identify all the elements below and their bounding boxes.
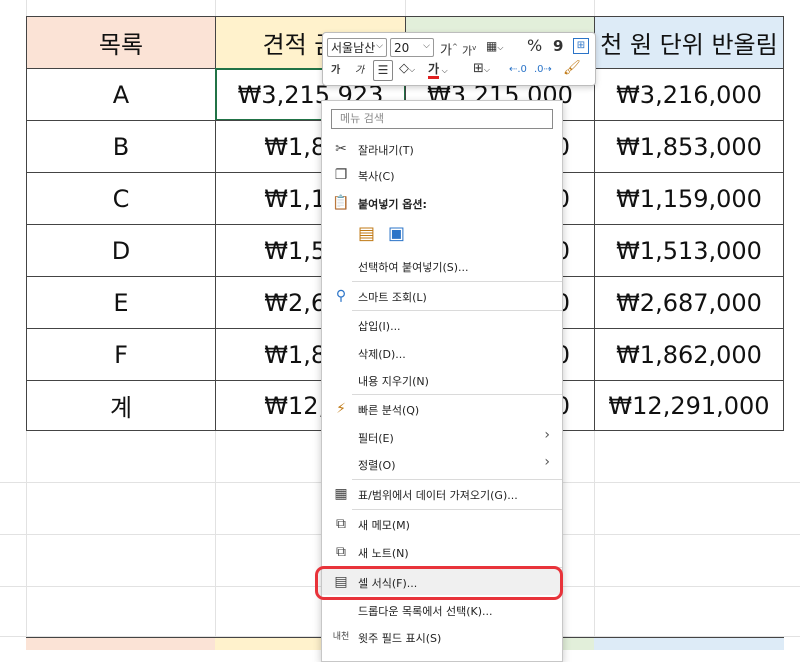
menu-separator — [352, 394, 562, 395]
font-name-value: 서울남산 — [331, 41, 376, 55]
cell-round[interactable]: ₩1,853,000 — [594, 120, 784, 173]
decrease-font-size-button[interactable]: 가v — [462, 40, 476, 60]
cell-total-round[interactable]: ₩12,291,000 — [594, 380, 784, 431]
menu-separator — [352, 310, 562, 311]
font-color-button[interactable]: 가 ⌵ — [428, 61, 448, 79]
copy-icon: ❐ — [334, 167, 348, 183]
next-table-strip — [26, 637, 216, 650]
chevron-right-icon: › — [544, 427, 550, 443]
new-comment-icon: ⧉ — [336, 516, 346, 532]
quick-analysis-icon: ⚡ — [336, 401, 346, 417]
next-table-strip — [560, 637, 595, 650]
menu-item-pick-from-list[interactable]: 드롭다운 목록에서 선택(K)... — [322, 597, 562, 623]
cell-round[interactable]: ₩2,687,000 — [594, 276, 784, 329]
font-name-select[interactable]: 서울남산 ⌵ — [327, 38, 387, 57]
cell-label[interactable]: F — [26, 328, 216, 381]
fill-color-icon[interactable]: ◇⌵ — [399, 61, 415, 78]
chevron-down-icon: ⌵ — [376, 41, 383, 51]
menu-item-phonetic[interactable]: 내천 윗주 필드 표시(S) — [322, 624, 562, 650]
cell-round[interactable]: ₩1,862,000 — [594, 328, 784, 381]
percent-style-button[interactable]: % — [527, 38, 542, 54]
font-size-value: 20 — [394, 40, 410, 55]
mini-toolbar: 서울남산 ⌵ 20 ⌵ 가^ 가v ▦⌵ % 9 ⊞ 가 가 ☰ ◇⌵ 가 ⌵ … — [322, 32, 596, 86]
accounting-format-icon[interactable]: ▦⌵ — [486, 38, 503, 56]
format-painter-icon[interactable]: 🖌 — [563, 60, 581, 76]
phonetic-icon: 내천 — [332, 632, 350, 642]
increase-decimal-icon[interactable]: ⇠.0 — [509, 62, 527, 78]
new-note-icon: ⧉ — [336, 544, 346, 560]
cell-round[interactable]: ₩1,159,000 — [594, 172, 784, 225]
menu-separator — [352, 281, 562, 282]
menu-item-paste-special[interactable]: 선택하여 붙여넣기(S)... — [322, 253, 562, 279]
menu-item-smart-lookup[interactable]: ⚲ 스마트 조회(L) — [322, 283, 562, 309]
format-cells-highlight — [315, 566, 563, 600]
chevron-right-icon: › — [544, 454, 550, 470]
merge-center-icon[interactable]: ⊞ — [573, 38, 589, 54]
menu-item-cut[interactable]: ✂ 잘라내기(T) — [322, 136, 562, 162]
menu-search-input[interactable]: 메뉴 검색 — [331, 109, 553, 129]
menu-item-clear-contents[interactable]: 내용 지우기(N) — [322, 367, 562, 393]
header-cell-list[interactable]: 목록 — [26, 16, 216, 69]
cell-label[interactable]: A — [26, 68, 216, 121]
menu-item-get-data[interactable]: ▦ 표/범위에서 데이터 가져오기(G)... — [322, 481, 562, 507]
cell-total-label[interactable]: 계 — [26, 380, 216, 431]
menu-item-quick-analysis[interactable]: ⚡ 빠른 분석(Q) — [322, 396, 562, 422]
cell-round[interactable]: ₩3,216,000 — [594, 68, 784, 121]
menu-item-copy[interactable]: ❐ 복사(C) — [322, 162, 562, 188]
search-icon: ⚲ — [335, 288, 347, 304]
paste-picture-button[interactable]: ▣ — [388, 223, 410, 247]
paste-button[interactable]: ▤ — [358, 223, 380, 247]
menu-separator — [352, 509, 562, 510]
chevron-down-icon: ⌵ — [423, 41, 430, 51]
menu-item-insert[interactable]: 삽입(I)... — [322, 312, 562, 338]
cell-label[interactable]: E — [26, 276, 216, 329]
scissors-icon: ✂ — [335, 141, 347, 157]
increase-font-size-button[interactable]: 가^ — [440, 39, 458, 59]
menu-item-paste-options: 📋 붙여넣기 옵션: — [332, 195, 427, 211]
next-table-strip — [215, 637, 321, 650]
menu-separator — [352, 479, 562, 480]
bold-button[interactable]: 가 — [331, 63, 340, 79]
cell-round[interactable]: ₩1,513,000 — [594, 224, 784, 277]
menu-item-delete[interactable]: 삭제(D)... — [322, 340, 562, 366]
menu-item-filter[interactable]: 필터(E) › — [322, 424, 562, 450]
menu-item-new-comment[interactable]: ⧉ 새 메모(M) — [322, 511, 562, 537]
header-cell-round[interactable]: 천 원 단위 반올림 — [594, 16, 784, 69]
align-center-icon[interactable]: ☰ — [373, 60, 393, 81]
next-table-strip — [594, 637, 784, 650]
cell-label[interactable]: B — [26, 120, 216, 173]
cell-label[interactable]: D — [26, 224, 216, 277]
menu-item-new-note[interactable]: ⧉ 새 노트(N) — [322, 539, 562, 565]
font-size-select[interactable]: 20 ⌵ — [390, 38, 434, 57]
borders-icon[interactable]: ⊞⌵ — [473, 61, 490, 78]
table-icon: ▦ — [334, 486, 348, 502]
comma-style-button[interactable]: 9 — [553, 38, 563, 54]
cell-label[interactable]: C — [26, 172, 216, 225]
decrease-decimal-icon[interactable]: .0⇢ — [534, 62, 552, 78]
clipboard-icon: 📋 — [332, 195, 350, 211]
menu-item-sort[interactable]: 정렬(O) › — [322, 451, 562, 477]
italic-button[interactable]: 가 — [355, 63, 364, 79]
